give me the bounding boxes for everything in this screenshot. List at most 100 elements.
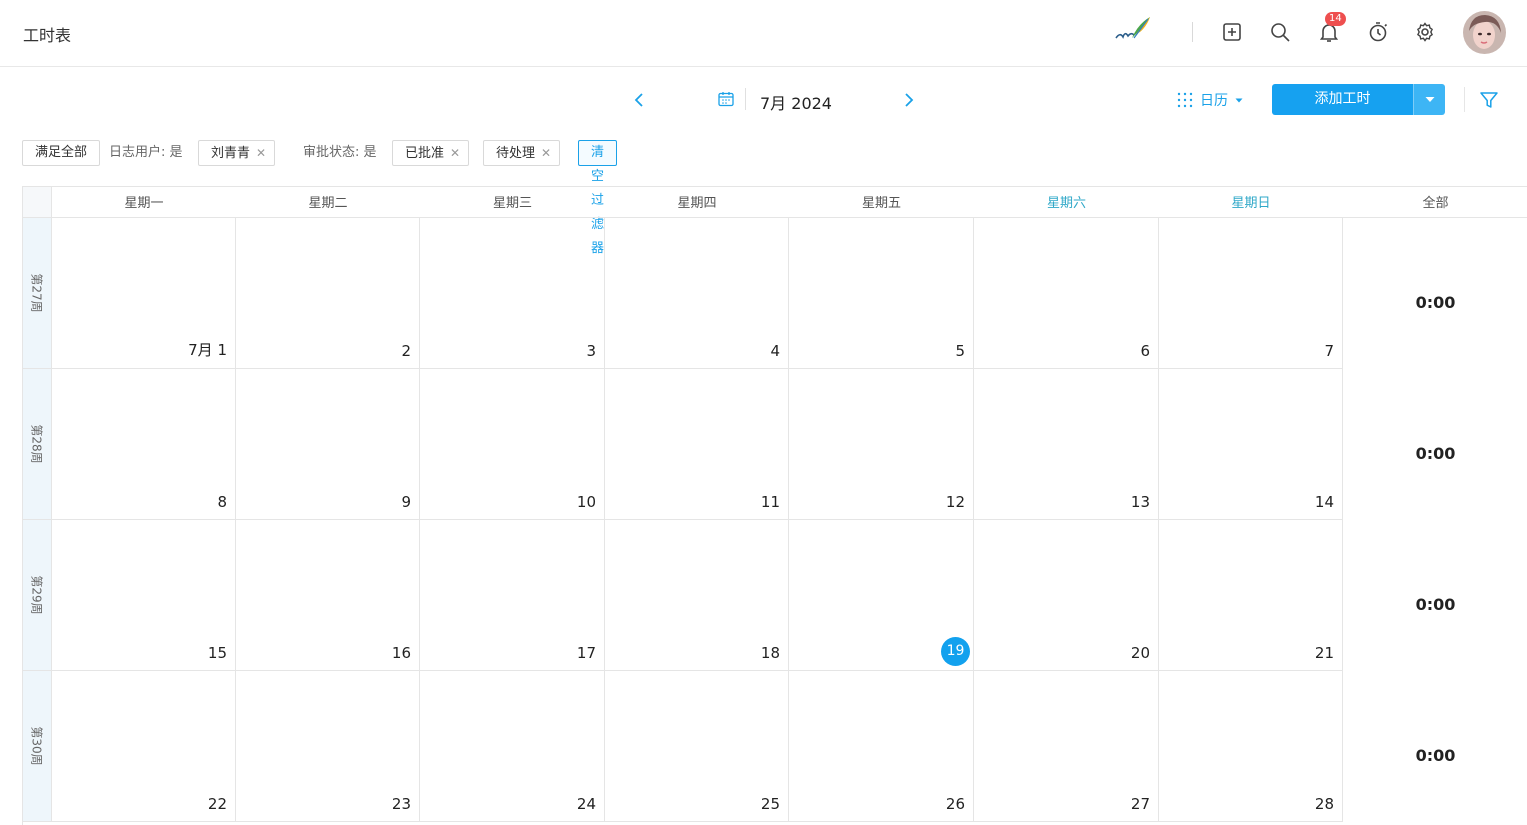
match-all-toggle[interactable]: 满足全部: [22, 140, 101, 166]
weekday-header: 星期二: [236, 187, 420, 218]
day-cell[interactable]: 13: [974, 369, 1159, 520]
day-cell[interactable]: 11: [605, 369, 789, 520]
day-number: 22: [207, 795, 227, 813]
day-number: 2: [401, 342, 411, 360]
weekday-header: 星期四: [605, 187, 789, 218]
day-number: 7月 1: [188, 341, 227, 359]
week-label: 第28周: [23, 369, 52, 520]
day-cell[interactable]: 8: [52, 369, 236, 520]
day-number: 25: [760, 795, 780, 813]
week-label-text: 第27周: [29, 273, 44, 313]
day-cell[interactable]: 7: [1159, 218, 1343, 369]
day-cell[interactable]: 10: [420, 369, 605, 520]
status-filter-chip[interactable]: 已批准 ✕: [392, 140, 470, 166]
avatar[interactable]: [1463, 11, 1506, 54]
day-number: 17: [576, 644, 596, 662]
divider: [1464, 87, 1465, 112]
week-label: 第29周: [23, 520, 52, 671]
day-cell[interactable]: 4: [605, 218, 789, 369]
day-number: 14: [1314, 493, 1334, 511]
day-cell[interactable]: 9: [236, 369, 420, 520]
day-number: 27: [1130, 795, 1150, 813]
day-number: 15: [207, 644, 227, 662]
week-label-text: 第30周: [29, 726, 44, 766]
day-number: 12: [945, 493, 965, 511]
notification-badge: 14: [1325, 12, 1346, 26]
calendar-grid: 星期一 星期二 星期三 星期四 星期五 星期六 星期日 全部 第27周 7月 1 2 3 4 5 6 7 0:…: [22, 186, 1527, 825]
day-cell[interactable]: 16: [236, 520, 420, 671]
timer-icon[interactable]: [1366, 20, 1390, 44]
weekday-header: 星期一: [52, 187, 236, 218]
status-filter-value: 已批准: [405, 146, 445, 161]
day-cell[interactable]: 19: [789, 520, 974, 671]
day-number: 26: [945, 795, 965, 813]
view-selector-label: 日历: [1200, 93, 1228, 109]
day-number: 4: [770, 342, 780, 360]
day-number: 13: [1130, 493, 1150, 511]
day-cell[interactable]: 5: [789, 218, 974, 369]
add-timesheet-button[interactable]: 添加工时: [1272, 84, 1413, 115]
match-all-label: 满足全部: [35, 145, 88, 160]
clear-filters-button[interactable]: 清空过滤器: [578, 140, 618, 256]
weekday-header: 星期五: [789, 187, 974, 218]
day-number: 23: [391, 795, 411, 813]
user-filter-value: 刘青青: [211, 146, 251, 161]
day-cell[interactable]: 15: [52, 520, 236, 671]
day-cell[interactable]: 20: [974, 520, 1159, 671]
day-cell[interactable]: 24: [420, 671, 605, 822]
week-label: 第27周: [23, 218, 52, 369]
current-month-label: 7月 2024: [760, 94, 832, 113]
remove-chip-icon[interactable]: ✕: [256, 146, 266, 160]
week-total: 0:00: [1415, 595, 1456, 614]
remove-chip-icon[interactable]: ✕: [541, 146, 551, 160]
day-cell[interactable]: 17: [420, 520, 605, 671]
remove-chip-icon[interactable]: ✕: [450, 146, 460, 160]
status-filter-chip[interactable]: 待处理 ✕: [483, 140, 561, 166]
prev-month-button[interactable]: [630, 89, 650, 111]
day-cell[interactable]: 22: [52, 671, 236, 822]
search-icon[interactable]: [1268, 20, 1292, 44]
day-number: 28: [1314, 795, 1334, 813]
filter-icon[interactable]: [1478, 89, 1500, 111]
gear-icon[interactable]: [1413, 20, 1437, 44]
day-cell[interactable]: 3: [420, 218, 605, 369]
user-filter-label: 日志用户: 是: [109, 145, 183, 160]
day-cell[interactable]: 26: [789, 671, 974, 822]
day-number: 21: [1314, 644, 1334, 662]
caret-down-icon: [1425, 97, 1435, 102]
week-label-text: 第28周: [29, 424, 44, 464]
day-cell[interactable]: 28: [1159, 671, 1343, 822]
weekday-header: 星期六: [974, 187, 1159, 218]
day-cell[interactable]: 12: [789, 369, 974, 520]
top-bar: 工时表 14: [0, 0, 1527, 67]
day-cell[interactable]: 25: [605, 671, 789, 822]
day-cell[interactable]: 23: [236, 671, 420, 822]
day-number: 3: [586, 342, 596, 360]
header-corner: [23, 187, 52, 218]
day-number: 11: [760, 493, 780, 511]
day-number: 20: [1130, 644, 1150, 662]
status-filter-label: 审批状态: 是: [303, 145, 377, 160]
next-month-button[interactable]: [898, 89, 918, 111]
divider: [745, 88, 746, 110]
weekday-header: 星期日: [1159, 187, 1343, 218]
header-total: 全部: [1343, 187, 1527, 218]
week-label: 第30周: [23, 671, 52, 822]
day-cell[interactable]: 6: [974, 218, 1159, 369]
day-cell[interactable]: 14: [1159, 369, 1343, 520]
view-selector[interactable]: 日历: [1176, 90, 1244, 110]
divider: [1192, 22, 1193, 42]
week-label-text: 第29周: [29, 575, 44, 615]
day-cell[interactable]: 21: [1159, 520, 1343, 671]
add-square-icon[interactable]: [1220, 20, 1244, 44]
user-filter-chip[interactable]: 刘青青 ✕: [198, 140, 276, 166]
calendar-icon[interactable]: [717, 90, 735, 108]
day-cell[interactable]: 27: [974, 671, 1159, 822]
logo-quill-icon: [1114, 14, 1152, 44]
day-cell[interactable]: 7月 1: [52, 218, 236, 369]
day-cell[interactable]: 18: [605, 520, 789, 671]
week-total: 0:00: [1415, 444, 1456, 463]
day-cell[interactable]: 2: [236, 218, 420, 369]
add-timesheet-dropdown-button[interactable]: [1413, 84, 1445, 115]
caret-down-icon: [1235, 98, 1243, 103]
